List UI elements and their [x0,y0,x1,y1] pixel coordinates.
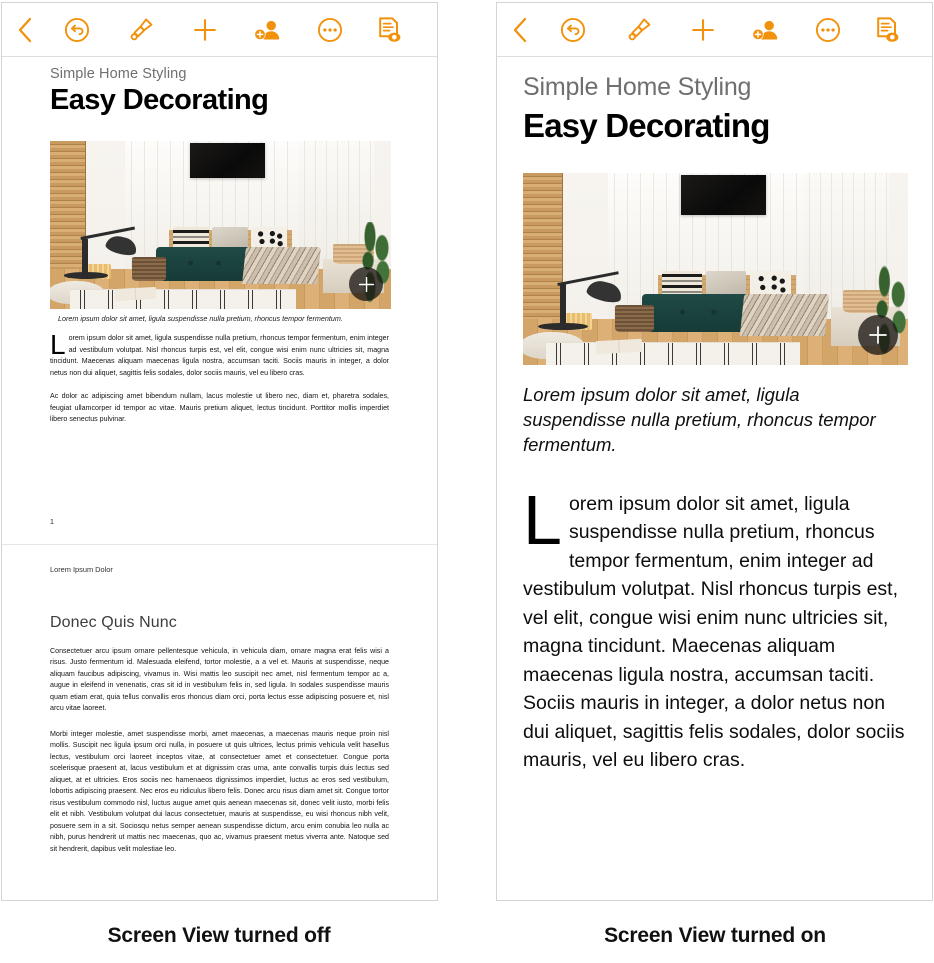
toolbar-left [2,3,437,57]
more-button[interactable] [815,17,841,43]
body-paragraph-1-text: orem ipsum dolor sit amet, ligula suspen… [523,492,905,772]
view-options-button[interactable] [376,16,402,44]
document-page-1: Simple Home Styling Easy Decorating Lore… [2,66,437,544]
running-header: Lorem Ipsum Dolor [50,565,113,574]
more-button[interactable] [317,17,343,43]
photo-wood-screen [523,172,564,319]
undo-button[interactable] [560,17,586,43]
section-paragraph-2: Morbi integer molestie, amet suspendisse… [50,729,389,853]
insert-button[interactable] [690,17,716,43]
document-canvas-paged[interactable]: Simple Home Styling Easy Decorating Lore… [2,57,437,900]
back-button[interactable] [16,16,34,44]
page-title: Easy Decorating [523,107,770,144]
format-button[interactable] [128,16,155,43]
body-paragraph-2: Ac dolor ac adipiscing amet bibendum nul… [50,392,389,424]
photo-basket-dark [615,305,654,333]
photo-render [50,141,391,310]
toolbar-right [497,3,932,57]
image-caption: Lorem ipsum dolor sit amet, ligula suspe… [523,383,876,455]
photo-wall-art [189,143,265,179]
photo-basket-dark [131,257,166,281]
photo-throw-blanket [242,247,322,285]
page-title: Easy Decorating [50,84,269,116]
collaborate-button[interactable] [253,17,282,43]
page-number: 1 [50,519,54,526]
page-eyebrow: Simple Home Styling [523,73,752,101]
back-button[interactable] [511,16,529,44]
undo-button[interactable] [64,17,90,43]
insert-button[interactable] [192,17,218,43]
drop-cap: L [523,480,562,559]
screen-view-off-panel: Simple Home Styling Easy Decorating Lore… [1,2,438,901]
screen-view-on-panel: Simple Home Styling Easy Decorating Lore… [496,2,933,901]
drop-cap: L [50,329,66,361]
photo-render [523,172,908,365]
screenshot-root: Simple Home Styling Easy Decorating Lore… [0,0,934,963]
section-heading: Donec Quis Nunc [50,614,177,631]
page-eyebrow: Simple Home Styling [50,66,187,82]
body-paragraph-1: Lorem ipsum dolor sit amet, ligula suspe… [50,329,389,379]
figure-caption-left: Screen View turned off [107,924,331,947]
photo-rug [70,289,296,310]
living-room-photo[interactable] [50,141,391,310]
photo-wood-screen [50,141,86,270]
photo-book [114,286,156,301]
collaborate-button[interactable] [751,17,780,43]
photo-throw-blanket [740,293,830,337]
format-button[interactable] [626,16,653,43]
document-canvas-screenview[interactable]: Simple Home Styling Easy Decorating Lore… [497,57,932,900]
document-page-2: Lorem Ipsum Dolor Donec Quis Nunc Consec… [2,545,437,900]
body-paragraph-1: Lorem ipsum dolor sit amet, ligula suspe… [523,480,906,775]
living-room-photo[interactable] [523,172,908,365]
view-options-button[interactable] [874,16,900,44]
image-caption: Lorem ipsum dolor sit amet, ligula suspe… [58,314,343,324]
body-paragraph-1-text: orem ipsum dolor sit amet, ligula suspen… [50,334,389,377]
section-paragraph-1: Consectetuer arcu ipsum ornare pellentes… [50,647,389,713]
photo-lamp-pole [82,238,88,276]
photo-wall-art [680,174,766,216]
add-media-badge[interactable] [858,314,898,355]
photo-rug [546,341,801,365]
screenview-content: Simple Home Styling Easy Decorating Lore… [497,73,932,775]
figure-caption-right: Screen View turned on [604,924,826,947]
photo-lamp-pole [559,284,566,327]
